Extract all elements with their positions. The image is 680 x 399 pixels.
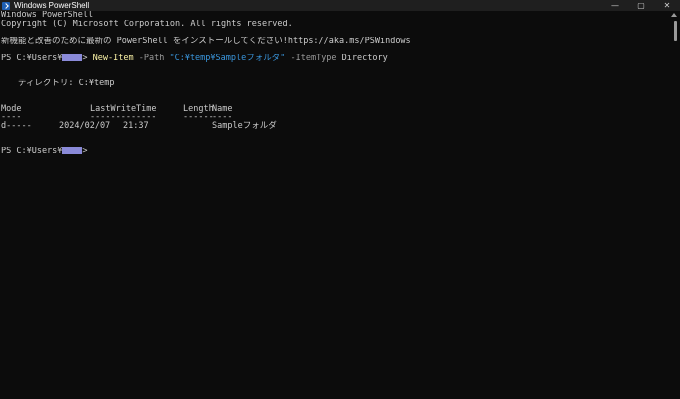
masked-username bbox=[62, 147, 83, 154]
itemtype-parameter: -ItemType bbox=[290, 53, 337, 62]
row-mode: d----- bbox=[1, 120, 32, 131]
table-row: d----- 2024/02/07 21:37 Sampleフォルダ bbox=[1, 120, 665, 131]
window-title: Windows PowerShell bbox=[14, 1, 90, 10]
current-prompt[interactable]: PS C:¥Users¥ > bbox=[1, 147, 665, 156]
console-output[interactable]: Windows PowerShell Copyright (C) Microso… bbox=[1, 11, 665, 399]
maximize-button[interactable]: ▢ bbox=[628, 0, 654, 11]
directory-label: ディレクトリ: C:¥temp bbox=[18, 79, 115, 88]
title-bar[interactable]: Windows PowerShell — ▢ ✕ bbox=[0, 0, 680, 11]
prompt-suffix: > bbox=[82, 147, 88, 156]
copyright-line: Copyright (C) Microsoft Corporation. All… bbox=[1, 19, 293, 28]
path-value: "C:¥temp¥Sampleフォルダ" bbox=[169, 53, 286, 62]
prompt-prefix: PS C:¥Users¥ bbox=[1, 53, 63, 62]
close-button[interactable]: ✕ bbox=[654, 0, 680, 11]
banner-line: Windows PowerShell bbox=[1, 11, 94, 20]
vertical-scrollbar[interactable] bbox=[670, 11, 680, 399]
itemtype-value: Directory bbox=[341, 53, 388, 62]
prompt-suffix: > bbox=[82, 53, 88, 62]
minimize-button[interactable]: — bbox=[602, 0, 628, 11]
powershell-window: Windows PowerShell — ▢ ✕ Windows PowerSh… bbox=[0, 0, 680, 399]
row-time: 21:37 bbox=[123, 120, 149, 131]
underline-length: ------ bbox=[183, 112, 214, 122]
update-notice: 新機能と改善のために最新の PowerShell をインストールしてください!h… bbox=[1, 36, 411, 45]
cmdlet-name: New-Item bbox=[92, 53, 134, 62]
row-name: Sampleフォルダ bbox=[212, 120, 277, 131]
window-controls: — ▢ ✕ bbox=[602, 0, 680, 11]
masked-username bbox=[62, 53, 83, 61]
powershell-icon bbox=[2, 1, 10, 10]
path-parameter: -Path bbox=[138, 53, 165, 62]
command-line: PS C:¥Users¥ > New-Item -Path "C:¥temp¥Sa… bbox=[1, 53, 665, 63]
scroll-thumb[interactable] bbox=[674, 21, 677, 41]
scroll-up-arrow-icon[interactable] bbox=[671, 13, 677, 17]
row-date: 2024/02/07 bbox=[59, 120, 111, 131]
